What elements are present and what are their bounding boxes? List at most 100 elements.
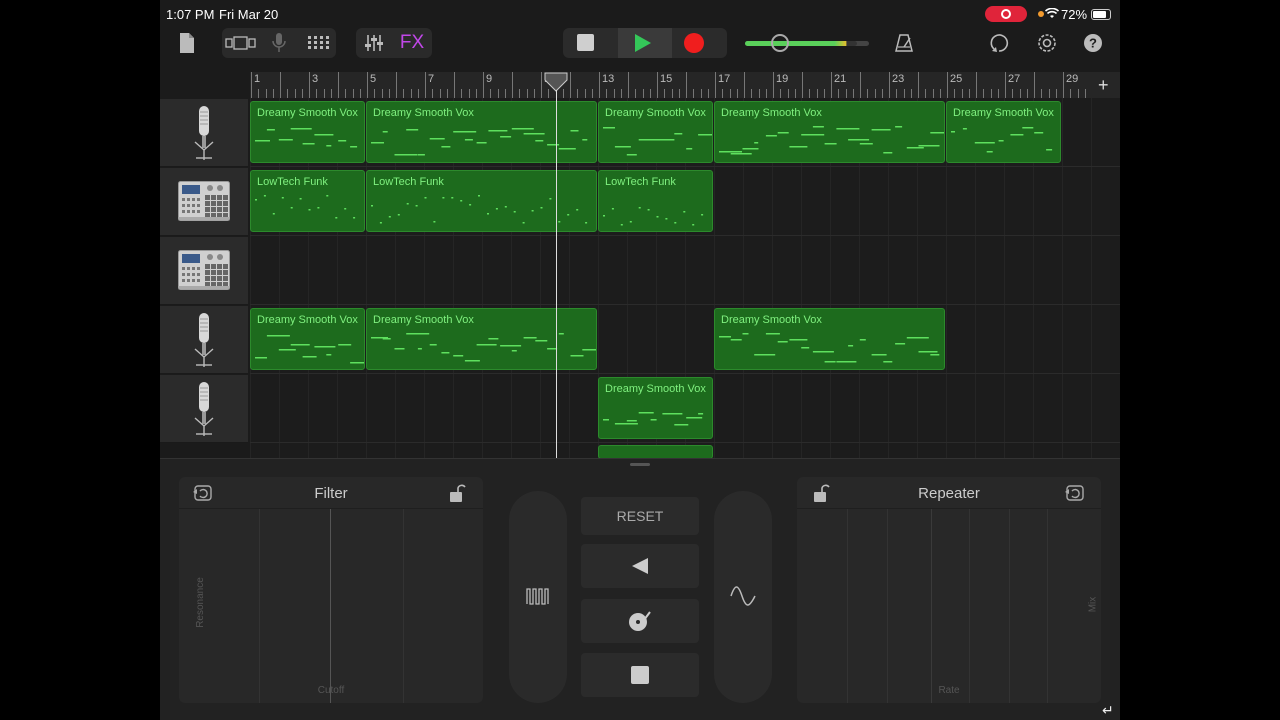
track-lane-3[interactable] [250, 236, 1120, 305]
reset-button[interactable]: RESET [581, 497, 699, 535]
volume-knob[interactable] [771, 34, 789, 52]
ruler-tick [1019, 89, 1021, 98]
battery-percentage: 72% [1061, 7, 1088, 22]
ruler-tick [468, 89, 470, 98]
ruler-tick [599, 72, 600, 98]
ruler-tick [504, 89, 506, 98]
document-icon[interactable] [176, 28, 198, 58]
timeline-ruler[interactable]: 1357911131517192123252729 [250, 72, 1120, 98]
settings-icon[interactable] [1033, 28, 1061, 58]
garageband-screen: 1:07 PM Fri Mar 20 72% FX ? 1 3 5 7 9 13… [160, 0, 1120, 720]
ruler-tick [330, 89, 332, 98]
track-region[interactable]: Dreamy Smooth Vox [598, 101, 713, 163]
track-header-5[interactable] [160, 375, 248, 443]
filter-y-axis-label: Resonance [194, 577, 206, 628]
ruler-tick [867, 89, 869, 98]
mic-icon[interactable] [268, 28, 290, 58]
track-region[interactable]: Dreamy Smooth Vox [250, 101, 365, 163]
track-header-3[interactable] [160, 237, 248, 305]
region-notes [371, 195, 588, 224]
ruler-tick [1034, 72, 1035, 98]
track-region[interactable]: Dreamy Smooth Vox [946, 101, 1061, 163]
ruler-tick [715, 72, 716, 98]
track-region[interactable]: Dreamy Smooth Vox [366, 101, 597, 163]
track-region[interactable]: Dreamy Smooth Vox [714, 101, 945, 163]
ruler-tick [475, 89, 477, 98]
mixer-icon[interactable] [360, 28, 388, 58]
ruler-tick [910, 89, 912, 98]
playhead-handle[interactable] [543, 72, 569, 92]
battery-icon [1091, 9, 1111, 20]
track-headers [160, 98, 248, 458]
ruler-tick [294, 89, 296, 98]
metronome-icon[interactable] [890, 28, 918, 58]
region-notes [951, 127, 1053, 153]
ruler-tick [301, 89, 303, 98]
stop-button[interactable] [577, 34, 594, 51]
ruler-tick [1005, 72, 1006, 98]
repeater-reset-icon[interactable] [1061, 478, 1089, 508]
ruler-tick [280, 72, 281, 98]
master-volume-slider[interactable] [745, 34, 869, 52]
add-section-button[interactable]: + [1098, 75, 1109, 96]
resize-corner-icon[interactable]: ↵ [1102, 702, 1114, 719]
ruler-bar-number: 3 [312, 73, 319, 85]
screen-recording-indicator [985, 6, 1027, 22]
ruler-tick [577, 89, 579, 98]
ruler-tick [874, 89, 876, 98]
ruler-tick [272, 89, 274, 98]
ruler-tick [439, 89, 441, 98]
ruler-bar-number: 19 [776, 73, 789, 85]
track-header-2[interactable] [160, 168, 248, 236]
ruler-tick [787, 89, 789, 98]
ruler-tick [526, 89, 528, 98]
tape-stop-button[interactable] [581, 653, 699, 697]
grid-line [969, 509, 970, 703]
track-header-4[interactable] [160, 306, 248, 374]
modulation-slider[interactable] [714, 491, 772, 703]
track-region-partial[interactable] [598, 445, 713, 459]
help-icon[interactable]: ? [1079, 28, 1107, 58]
view-toggle-icon[interactable] [224, 28, 258, 58]
track-region[interactable]: Dreamy Smooth Vox [250, 308, 365, 370]
ruler-tick [693, 89, 695, 98]
track-region[interactable]: LowTech Funk [598, 170, 713, 232]
track-region[interactable]: Dreamy Smooth Vox [714, 308, 945, 370]
ruler-tick [258, 89, 260, 98]
play-button[interactable] [618, 28, 672, 58]
scratch-button[interactable] [581, 599, 699, 643]
level-meter [745, 41, 857, 46]
ruler-tick [932, 89, 934, 98]
grid-icon[interactable] [304, 28, 332, 58]
record-button[interactable] [684, 33, 704, 53]
tracks-area[interactable]: Dreamy Smooth Vox Dreamy Smooth Vox Dreamy… [250, 98, 1120, 459]
panel-resize-handle[interactable] [630, 463, 650, 466]
gate-slider[interactable] [509, 491, 567, 703]
ruler-tick [367, 72, 368, 98]
reverse-button[interactable] [581, 544, 699, 588]
ruler-tick [889, 72, 890, 98]
microphone-icon [194, 106, 214, 160]
track-region[interactable]: Dreamy Smooth Vox [366, 308, 597, 370]
ruler-tick [1048, 89, 1050, 98]
fx-button[interactable]: FX [396, 28, 428, 58]
grid-line [931, 509, 932, 703]
repeater-xy-pad[interactable]: Repeater Mix Rate [797, 477, 1101, 703]
ruler-bar-number: 23 [892, 73, 905, 85]
ruler-tick [671, 89, 673, 98]
track-region[interactable]: LowTech Funk [366, 170, 597, 232]
track-header-1[interactable] [160, 99, 248, 167]
ruler-tick [1084, 89, 1086, 98]
region-notes [371, 333, 596, 362]
filter-lock-icon[interactable] [443, 478, 471, 508]
ruler-tick [381, 89, 383, 98]
ruler-tick [309, 72, 310, 98]
ruler-bar-number: 1 [254, 73, 261, 85]
filter-xy-pad[interactable]: Filter Resonance Cutoff [179, 477, 483, 703]
loop-icon[interactable] [987, 28, 1015, 58]
track-region[interactable]: Dreamy Smooth Vox [598, 377, 713, 439]
ruler-bar-number: 7 [428, 73, 435, 85]
ruler-bar-number: 15 [660, 73, 673, 85]
filter-x-axis-label: Cutoff [317, 685, 345, 696]
track-region[interactable]: LowTech Funk [250, 170, 365, 232]
